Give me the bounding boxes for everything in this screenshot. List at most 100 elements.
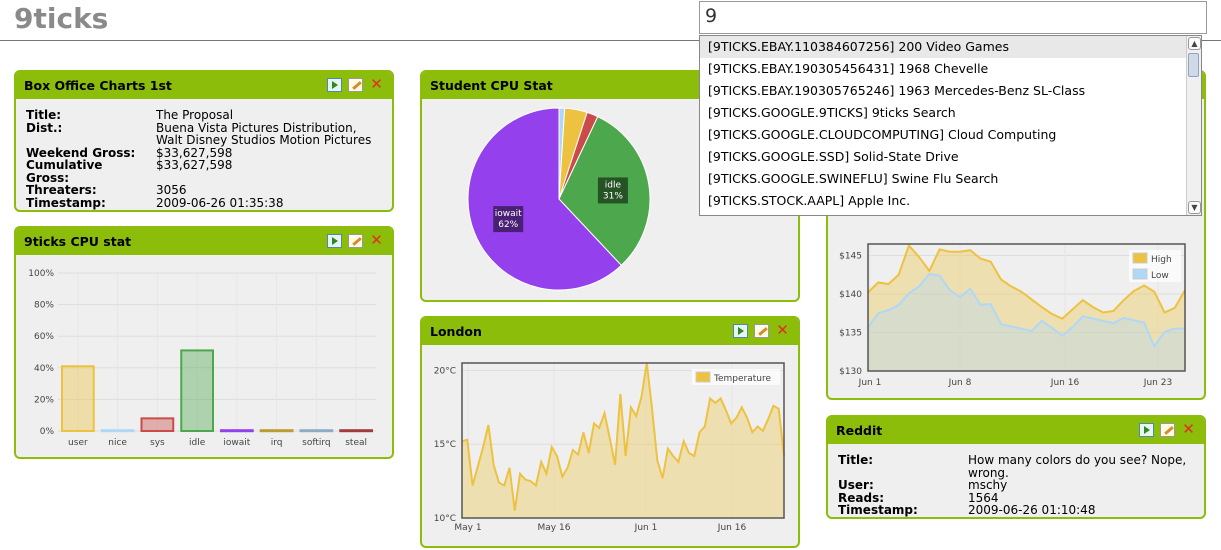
y-tick-label: 40% [34, 364, 54, 374]
detail-value: How many colors do you see? Nope, wrong. [968, 453, 1187, 480]
detail-value: Buena Vista Pictures Distribution, Walt D… [156, 120, 372, 147]
x-tick-label: Jun 1 [634, 523, 658, 533]
legend-label: Low [1151, 271, 1169, 281]
edit-icon[interactable] [348, 78, 363, 92]
move-icon[interactable] [733, 324, 748, 338]
autocomplete-item[interactable]: [9TICKS.GOOGLE.9TICKS] 9ticks Search [700, 102, 1201, 124]
scroll-up-arrow-icon[interactable]: ▲ [1188, 37, 1201, 50]
x-tick-label: user [68, 438, 88, 448]
bar [220, 429, 254, 433]
edit-icon[interactable] [754, 324, 769, 338]
bar [180, 349, 214, 432]
detail-key: Title: [838, 453, 874, 467]
move-icon[interactable] [327, 78, 342, 92]
y-tick-label: 100% [28, 269, 54, 279]
edit-icon[interactable] [348, 234, 363, 248]
bar [259, 429, 294, 433]
box-office-details: Title: The Proposal Dist.: Buena Vista Pict… [26, 109, 371, 209]
x-tick-label: Jun 16 [1050, 378, 1080, 388]
detail-row: Title: The Proposal [26, 109, 371, 122]
move-icon[interactable] [327, 234, 342, 248]
scrollbar-thumb[interactable] [1188, 53, 1199, 77]
autocomplete-item[interactable]: [9TICKS.GOOGLE.SSD] Solid-State Drive [700, 146, 1201, 168]
scroll-down-arrow-icon[interactable]: ▼ [1188, 201, 1201, 214]
x-tick-label: sys [150, 438, 165, 448]
x-tick-label: Jun 23 [1143, 378, 1172, 388]
close-icon[interactable]: ✕ [1181, 422, 1196, 437]
autocomplete-item[interactable]: [9TICKS.EBAY.190305456431] 1968 Chevelle [700, 58, 1201, 80]
y-tick-label: 20% [34, 395, 54, 405]
slice-label: 62% [498, 220, 518, 230]
dropdown-scrollbar[interactable]: ▲ ▼ [1186, 36, 1201, 215]
autocomplete-item[interactable]: [9TICKS.GOOGLE.CLOUDCOMPUTING] Cloud Com… [700, 124, 1201, 146]
bar [299, 429, 334, 433]
close-icon[interactable]: ✕ [369, 77, 384, 92]
widget-header[interactable]: Reddit ✕ [828, 417, 1204, 444]
legend-swatch [695, 371, 711, 383]
x-tick-label: nice [108, 438, 127, 448]
close-icon[interactable]: ✕ [369, 233, 384, 248]
x-tick-label: Jun 8 [948, 378, 972, 388]
widget-title: 9ticks CPU stat [24, 234, 132, 249]
cpu-bar-chart: 0% 20% 40% 60% 80% 100% user nice sys idle iowait i… [28, 269, 376, 448]
y-tick-label: 15°C [434, 440, 456, 450]
search-input[interactable]: 9 [699, 1, 1207, 34]
x-tick-label: steal [345, 438, 367, 448]
y-tick-label: 0% [40, 427, 55, 437]
widget-reddit: Reddit ✕ Title: How many colors do you se… [826, 415, 1206, 519]
detail-row: Timestamp: 2009-06-26 01:35:38 [26, 195, 371, 210]
autocomplete-item[interactable]: [9TICKS.EBAY.110384607256] 200 Video Gam… [700, 36, 1201, 58]
detail-row: Cumulative Gross: $33,627,598 [26, 159, 371, 184]
reddit-details: Title: How many colors do you see? Nope, … [838, 454, 1204, 517]
temperature-area [462, 363, 784, 518]
detail-value: 3056 [156, 183, 187, 197]
app-logo[interactable]: 9ticks [14, 2, 108, 35]
london-temperature-chart: 10°C 15°C 20°C May 1 May 16 Jun 1 Jun 16 Temper… [434, 362, 785, 533]
widget-header[interactable]: Box Office Charts 1st ✕ [16, 72, 392, 99]
widget-header[interactable]: 9ticks CPU stat ✕ [16, 228, 392, 255]
autocomplete-item[interactable]: [9TICKS.STOCK.AAPL] Apple Inc. [700, 190, 1201, 212]
detail-key: Timestamp: [26, 195, 106, 210]
widget-header[interactable]: London ✕ [422, 318, 798, 345]
detail-value: 2009-06-26 01:35:38 [156, 195, 284, 210]
y-tick-label: $130 [839, 367, 862, 377]
slice-label: iowait [495, 209, 522, 219]
detail-value: 2009-06-26 01:10:48 [968, 503, 1096, 517]
y-tick-label: $135 [839, 329, 862, 339]
detail-row: Threaters: 3056 [26, 184, 371, 197]
x-tick-label: Jun 16 [717, 523, 747, 533]
detail-row: Timestamp: 2009-06-26 01:10:48 [838, 504, 1204, 517]
y-tick-label: $145 [839, 252, 862, 262]
move-icon[interactable] [1139, 423, 1154, 437]
x-tick-label: idle [189, 438, 206, 448]
bar [140, 417, 175, 433]
search-autocomplete[interactable]: [9TICKS.EBAY.110384607256] 200 Video Gam… [699, 35, 1202, 216]
close-icon[interactable]: ✕ [775, 323, 790, 338]
x-tick-label: iowait [223, 438, 250, 448]
legend-swatch [1132, 252, 1148, 264]
legend-label: Temperature [713, 374, 771, 384]
slice-label: idle [605, 180, 622, 190]
edit-icon[interactable] [1160, 423, 1175, 437]
legend-label: High [1151, 255, 1172, 265]
x-tick-label: May 16 [538, 523, 571, 533]
detail-key: Timestamp: [838, 503, 918, 517]
detail-key: User: [838, 478, 874, 492]
y-tick-label: 80% [34, 301, 54, 311]
bar [61, 365, 95, 432]
y-tick-label: $140 [839, 290, 862, 300]
widget-title: Box Office Charts 1st [24, 78, 172, 93]
legend-swatch [1132, 268, 1148, 280]
detail-key: Dist.: [26, 120, 63, 135]
detail-value: $33,627,598 [156, 158, 233, 172]
widget-title: London [430, 324, 482, 339]
detail-row: Dist.: Buena Vista Pictures Distribution,… [26, 120, 372, 147]
autocomplete-item[interactable]: [9TICKS.EBAY.190305765246] 1963 Mercedes… [700, 80, 1201, 102]
x-tick-label: irq [271, 438, 283, 448]
y-tick-label: 20°C [434, 366, 456, 376]
bar [339, 429, 373, 433]
slice-label: 31% [603, 191, 623, 201]
detail-row: User: mschy [838, 479, 1204, 492]
detail-key: Cumulative Gross: [26, 158, 103, 185]
autocomplete-item[interactable]: [9TICKS.GOOGLE.SWINEFLU] Swine Flu Searc… [700, 168, 1201, 190]
